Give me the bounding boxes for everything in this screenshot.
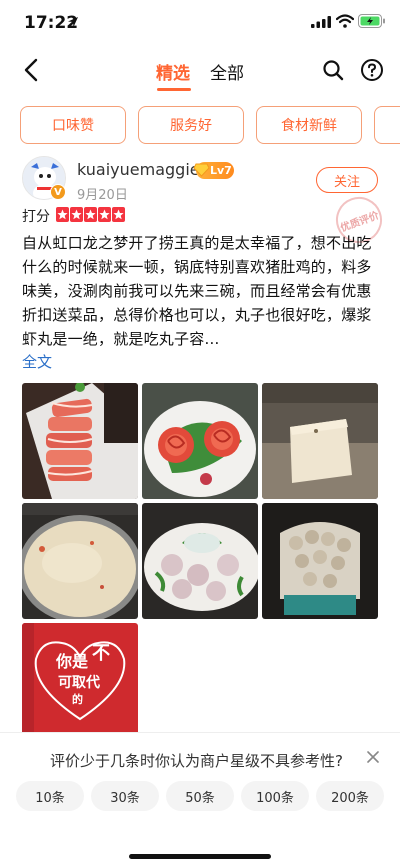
survey-option-10[interactable]: 10条 [16, 781, 84, 811]
star-icon [112, 207, 125, 222]
meat-platter-photo [22, 383, 138, 499]
location-arrow-icon [68, 17, 78, 27]
tab-all[interactable]: 全部 [210, 59, 244, 84]
shrimp-balls-photo [142, 503, 258, 619]
slogan-line-2: 不 [92, 643, 110, 664]
status-bar: 17:22 [0, 0, 400, 46]
review-photo[interactable] [22, 383, 138, 499]
home-indicator[interactable] [129, 854, 271, 859]
nav-bar: 精选 全部 [0, 46, 400, 94]
mushrooms-photo [262, 503, 378, 619]
survey-option-200[interactable]: 200条 [316, 781, 384, 811]
tab-active-indicator [157, 88, 191, 91]
survey-option-100[interactable]: 100条 [241, 781, 309, 811]
rose-garnish-photo [142, 383, 258, 499]
cellular-signal-icon [311, 16, 331, 28]
star-icon [84, 207, 97, 222]
tag-more[interactable] [374, 106, 400, 144]
hotpot-broth-photo [22, 503, 138, 619]
back-arrow-icon[interactable] [18, 56, 46, 84]
expand-full-text-link[interactable]: 全文 [22, 351, 52, 372]
star-rating [56, 207, 125, 223]
review-photo[interactable] [142, 503, 258, 619]
close-icon[interactable] [366, 750, 380, 764]
star-icon [70, 207, 83, 222]
survey-question: 评价少于几条时你认为商户星级不具参考性? [50, 752, 343, 770]
review-text: 自从虹口龙之梦开了捞王真的是太幸福了，想不出吃什么的时候就来一顿，锅底特别喜欢猪… [22, 234, 372, 348]
search-icon[interactable] [321, 58, 345, 82]
slogan-line-3: 可取代 [58, 674, 100, 691]
diamond-icon [193, 163, 210, 177]
survey-option-30[interactable]: 30条 [91, 781, 159, 811]
tofu-photo [262, 383, 378, 499]
rating-label: 打分 [22, 209, 50, 225]
follow-button[interactable]: 关注 [316, 167, 378, 193]
username[interactable]: kuaiyuemaggie [77, 160, 200, 179]
review-photo[interactable] [22, 503, 138, 619]
review-photo[interactable] [142, 383, 258, 499]
battery-charging-icon [358, 14, 385, 28]
tag-fresh-ingredients[interactable]: 食材新鲜 [256, 106, 362, 144]
tab-featured[interactable]: 精选 [156, 59, 190, 84]
heart-slogan-photo: 你是 不 可取代 的 [22, 623, 138, 739]
survey-option-50[interactable]: 50条 [166, 781, 234, 811]
help-icon[interactable] [360, 58, 384, 82]
verified-badge: V [50, 184, 66, 200]
tag-taste[interactable]: 口味赞 [20, 106, 126, 144]
star-icon [98, 207, 111, 222]
wifi-icon [336, 14, 354, 28]
rating-survey-panel: 评价少于几条时你认为商户星级不具参考性? 10条 30条 50条 100条 20… [0, 732, 400, 866]
review-photo[interactable]: 你是 不 可取代 的 [22, 623, 138, 739]
tag-filter-bar: 口味赞 服务好 食材新鲜 [20, 106, 400, 146]
review-date: 9月20日 [77, 188, 128, 203]
slogan-line-4: 的 [72, 692, 83, 706]
review-photo[interactable] [262, 503, 378, 619]
review-photo[interactable] [262, 383, 378, 499]
tag-service[interactable]: 服务好 [138, 106, 244, 144]
slogan-line-1: 你是 [55, 652, 88, 671]
star-icon [56, 207, 69, 222]
